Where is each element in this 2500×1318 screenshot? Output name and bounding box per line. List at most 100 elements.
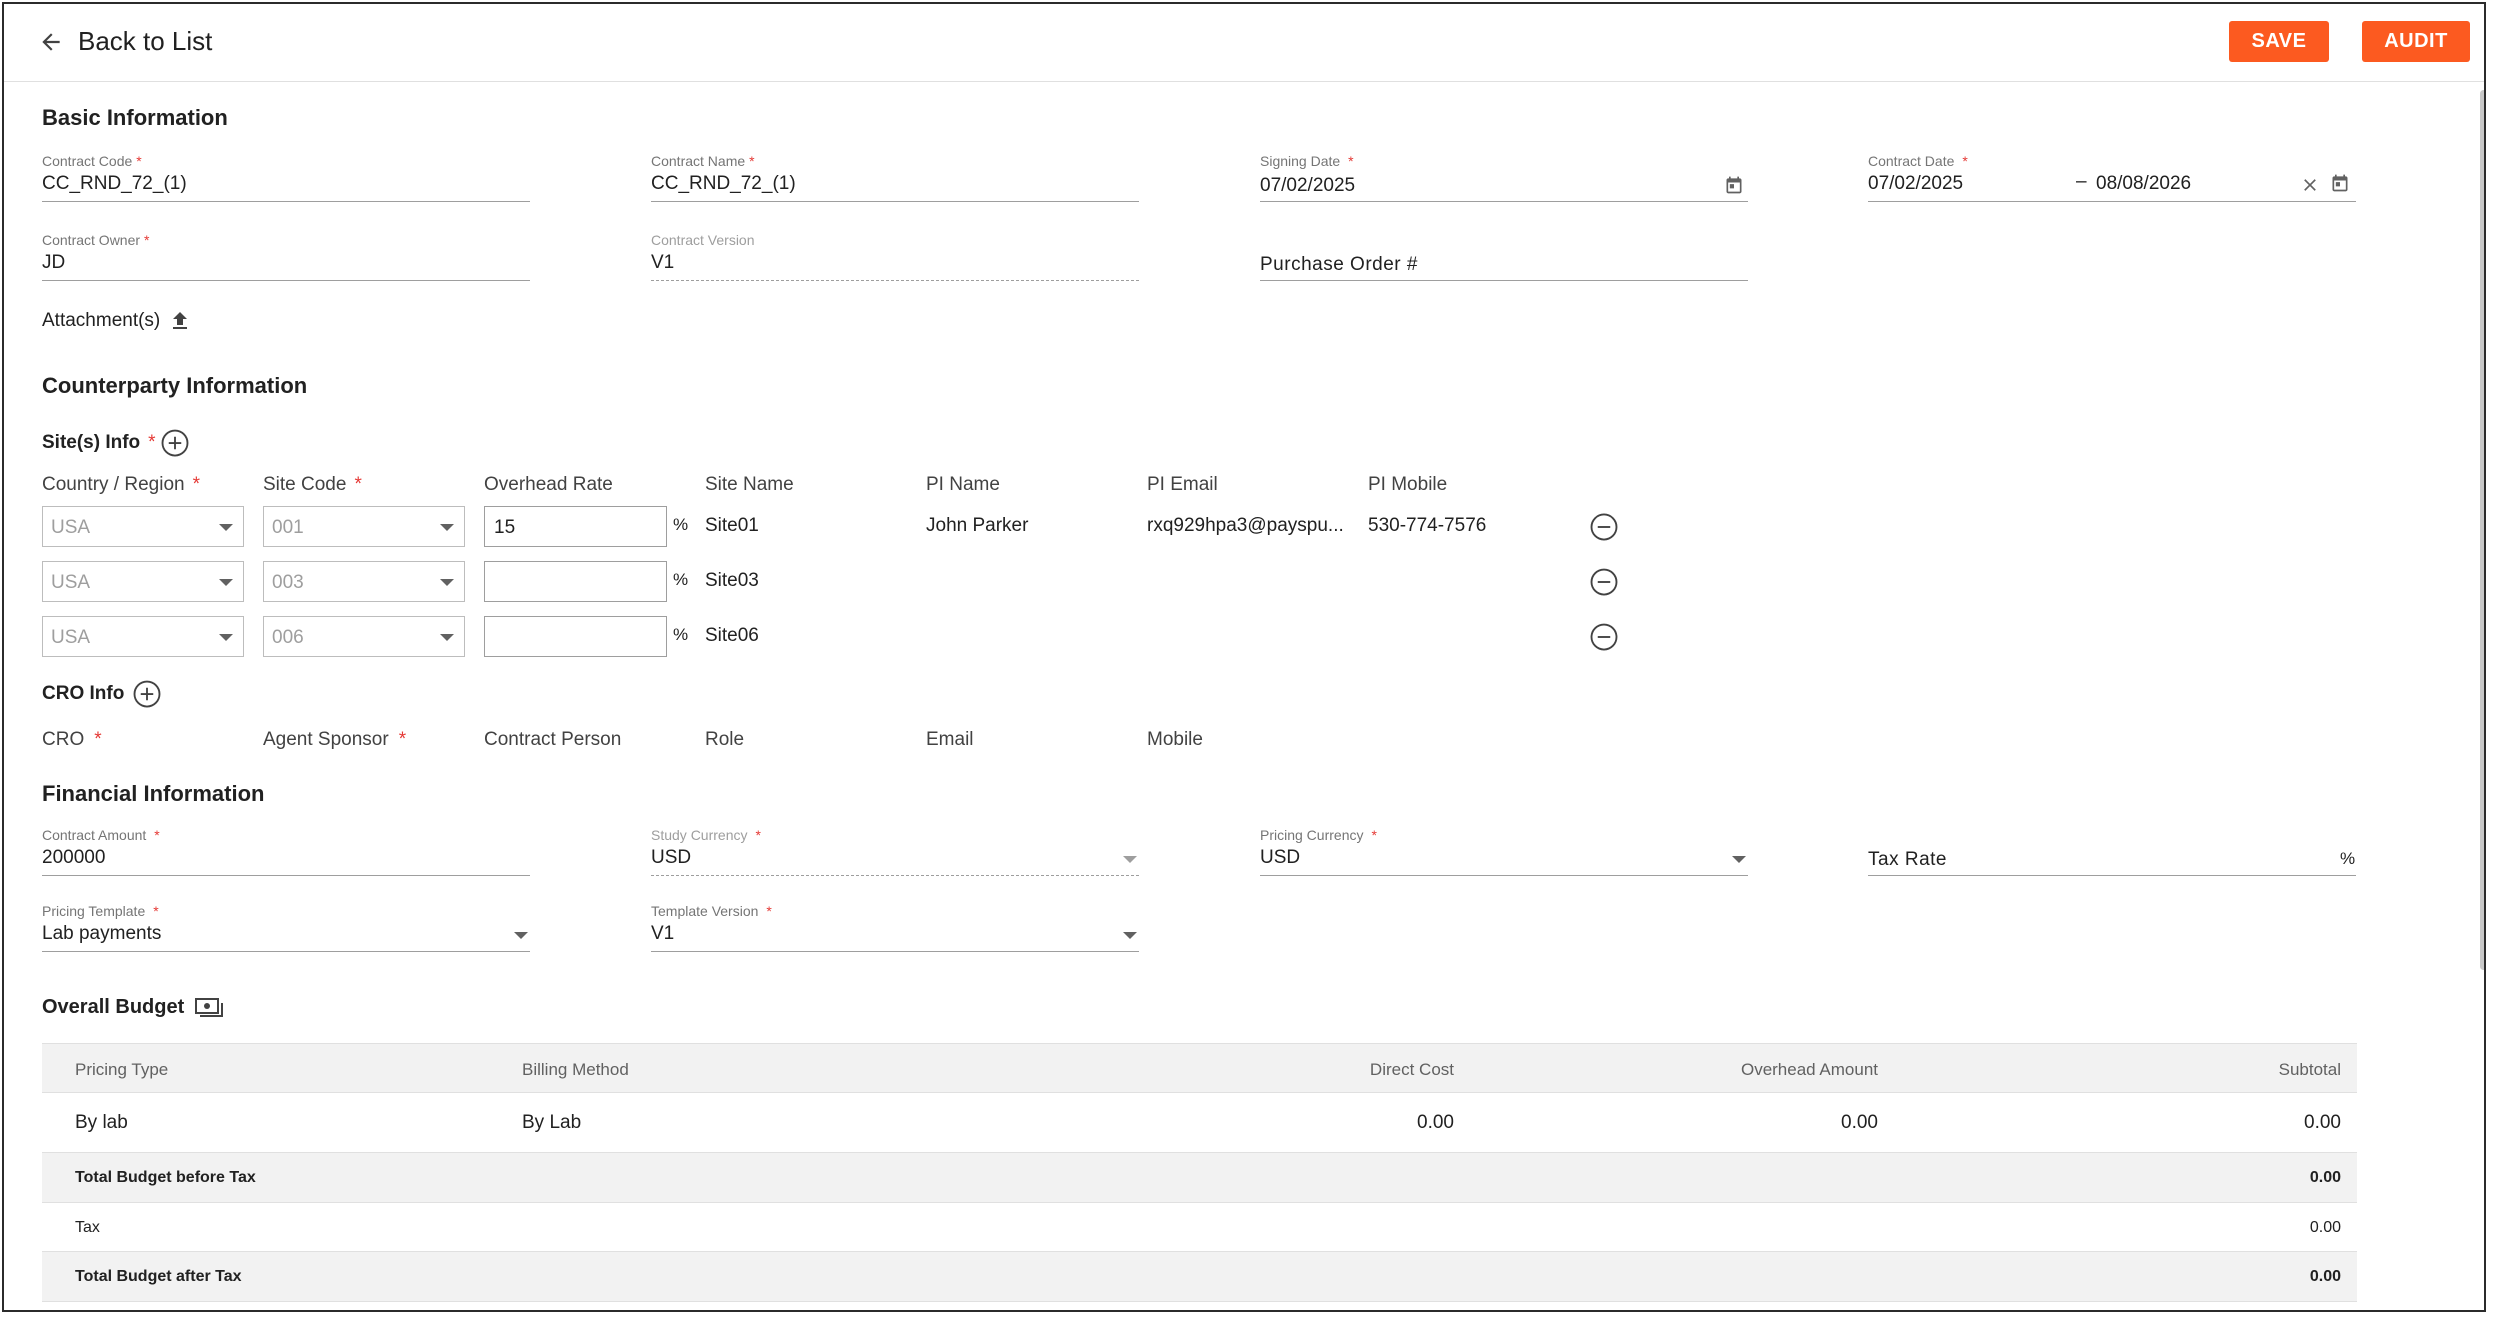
purchase-order-placeholder: Purchase Order # [1260, 254, 1418, 275]
signing-date-field[interactable]: Signing Date * 07/02/2025 [1260, 153, 1748, 203]
scrollbar-thumb[interactable] [2480, 90, 2484, 970]
overall-budget-label: Overall Budget [42, 995, 185, 1018]
pi-email-cell: rxq929hpa3@payspu... [1147, 515, 1344, 536]
add-circle-icon[interactable] [132, 679, 162, 709]
template-version-select[interactable]: Template Version * V1 [651, 903, 1139, 953]
signing-date-label: Signing Date [1260, 153, 1341, 169]
chevron-down-icon [440, 634, 454, 641]
chevron-down-icon [1732, 856, 1746, 863]
chevron-down-icon [440, 579, 454, 586]
cro-info-label: CRO Info [42, 683, 125, 704]
contract-version-value: V1 [651, 252, 675, 273]
country-select[interactable]: USA [42, 616, 244, 657]
chevron-down-icon [219, 524, 233, 531]
study-currency-value: USD [651, 847, 692, 868]
col-pi-email: PI Email [1147, 474, 1218, 495]
money-icon[interactable] [194, 995, 224, 1019]
remove-circle-icon[interactable] [1589, 622, 1619, 652]
tax-row: Tax 0.00 [42, 1203, 2357, 1252]
contract-version-field: Contract Version V1 [651, 232, 1139, 282]
chevron-down-icon [514, 932, 528, 939]
chevron-down-icon [1123, 932, 1137, 939]
save-button[interactable]: SAVE [2229, 21, 2329, 62]
audit-button[interactable]: AUDIT [2362, 21, 2470, 62]
required-mark: * [1371, 827, 1377, 843]
upload-icon[interactable] [168, 309, 192, 333]
th-billing-method: Billing Method [522, 1060, 629, 1079]
tax-rate-percent: % [2340, 849, 2356, 868]
overhead-rate-input[interactable] [484, 616, 667, 657]
chevron-down-icon [219, 634, 233, 641]
contract-code-field[interactable]: Contract Code * CC_RND_72_(1) [42, 153, 530, 203]
signing-date-value: 07/02/2025 [1260, 175, 1356, 196]
required-mark: * [144, 232, 150, 248]
col-mobile: Mobile [1147, 729, 1203, 750]
top-bar: Back to List SAVE AUDIT [4, 4, 2484, 82]
pricing-template-label: Pricing Template [42, 903, 146, 919]
counterparty-information-heading: Counterparty Information [42, 373, 308, 398]
overall-budget-header: Overall Budget [42, 995, 224, 1019]
cell-overhead-amount: 0.00 [1841, 1112, 1878, 1133]
purchase-order-field[interactable]: Purchase Order # [1260, 232, 1748, 282]
template-version-label: Template Version [651, 903, 759, 919]
contract-owner-field[interactable]: Contract Owner * JD [42, 232, 530, 282]
overhead-rate-input[interactable] [484, 561, 667, 602]
site-code-select[interactable]: 003 [263, 561, 465, 602]
tax-rate-field[interactable]: Tax Rate % [1868, 827, 2356, 877]
study-currency-label: Study Currency [651, 827, 748, 843]
col-cro: CRO * [42, 729, 102, 750]
th-direct-cost: Direct Cost [1369, 1060, 1454, 1079]
col-contract-person: Contract Person [484, 729, 622, 750]
contract-date-label: Contract Date [1868, 153, 1955, 169]
country-value: USA [51, 627, 91, 648]
col-pi-mobile: PI Mobile [1368, 474, 1448, 495]
remove-circle-icon[interactable] [1589, 512, 1619, 542]
table-header-row: Pricing Type Billing Method Direct Cost … [42, 1043, 2357, 1093]
country-select[interactable]: USA [42, 506, 244, 547]
arrow-left-icon [38, 29, 64, 55]
contract-date-start[interactable]: 07/02/2025 [1868, 173, 1963, 195]
contract-amount-field[interactable]: Contract Amount * 200000 [42, 827, 530, 877]
required-mark: * [766, 903, 772, 919]
overhead-rate-input[interactable]: 15 [484, 506, 667, 547]
contract-version-label: Contract Version [651, 232, 755, 248]
total-before-tax-row: Total Budget before Tax 0.00 [42, 1153, 2357, 1203]
calendar-icon[interactable] [1724, 175, 1744, 195]
add-circle-icon[interactable] [160, 428, 190, 458]
contract-date-field[interactable]: Contract Date * 07/02/2025 – 08/08/2026 [1868, 153, 2356, 203]
site-code-select[interactable]: 006 [263, 616, 465, 657]
calendar-icon[interactable] [2330, 173, 2350, 193]
clear-icon[interactable] [2300, 175, 2320, 195]
percent-suffix: % [673, 625, 689, 644]
back-to-list-link[interactable]: Back to List [38, 26, 212, 57]
cell-billing-method: By Lab [522, 1112, 582, 1133]
col-overhead-rate: Overhead Rate [484, 474, 613, 495]
tax-label: Tax [75, 1219, 100, 1236]
chevron-down-icon [1123, 856, 1137, 863]
site-code-select[interactable]: 001 [263, 506, 465, 547]
site-name-cell: Site06 [705, 625, 759, 646]
site-code-value: 003 [272, 572, 304, 593]
pricing-currency-select[interactable]: Pricing Currency * USD [1260, 827, 1748, 877]
col-site-code: Site Code * [263, 474, 362, 495]
col-site-name: Site Name [705, 474, 794, 495]
remove-circle-icon[interactable] [1589, 567, 1619, 597]
contract-date-end[interactable]: 08/08/2026 [2096, 173, 2191, 195]
total-after-tax-label: Total Budget after Tax [75, 1268, 242, 1285]
col-country-region: Country / Region * [42, 474, 200, 495]
pricing-template-select[interactable]: Pricing Template * Lab payments [42, 903, 530, 953]
required-mark: * [136, 153, 142, 169]
attachments-row: Attachment(s) [42, 309, 192, 333]
country-select[interactable]: USA [42, 561, 244, 602]
pricing-template-value: Lab payments [42, 923, 162, 944]
contract-name-field[interactable]: Contract Name * CC_RND_72_(1) [651, 153, 1139, 203]
attachments-label: Attachment(s) [42, 310, 161, 331]
required-mark: * [749, 153, 755, 169]
site-code-value: 001 [272, 517, 304, 538]
required-mark: * [1962, 153, 1968, 169]
contract-amount-value: 200000 [42, 847, 106, 868]
template-version-value: V1 [651, 923, 675, 944]
contract-name-label: Contract Name [651, 153, 746, 169]
financial-information-heading: Financial Information [42, 781, 265, 806]
contract-name-value: CC_RND_72_(1) [651, 173, 796, 194]
